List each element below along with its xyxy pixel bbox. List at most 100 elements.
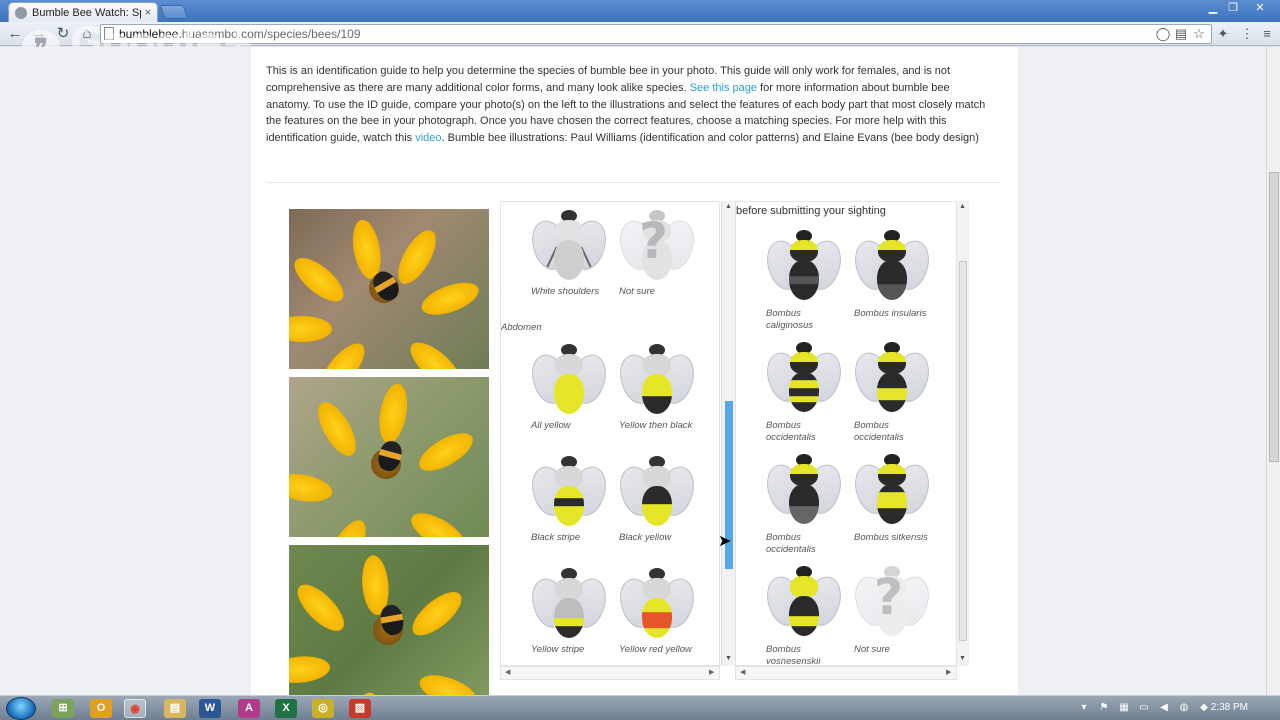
scroll-right-icon[interactable]: ▶	[946, 668, 951, 676]
species-label: Bombus sitkensis	[854, 532, 928, 543]
divider	[266, 182, 1001, 183]
feature-label: Yellow stripe	[531, 644, 585, 655]
taskbar-access-icon[interactable]: A	[238, 699, 260, 718]
bee-illustration	[761, 564, 847, 640]
taskbar-app-icon[interactable]: ◎	[312, 699, 334, 718]
tray-volume-icon[interactable]: ◀	[1158, 702, 1170, 714]
feature-label: White shoulders	[531, 286, 600, 297]
page-viewport: This is an identification guide to help …	[0, 47, 1266, 695]
bookmark-star-icon[interactable]: ☆	[1191, 26, 1207, 42]
bee-illustration	[761, 340, 847, 416]
feature-option[interactable]: Black yellow	[614, 454, 700, 544]
species-label: Not sure	[854, 644, 890, 655]
species-option[interactable]: Bombus vosnesenskii	[761, 564, 847, 666]
species-panel-hscrollbar[interactable]: ◀ ▶	[735, 666, 957, 680]
feature-option[interactable]: All yellow	[526, 342, 612, 432]
taskbar-chrome-icon[interactable]: ◉	[124, 699, 146, 718]
species-option[interactable]: Bombus occidentalis	[849, 340, 935, 444]
browser-tab[interactable]: Bumble Bee Watch: Specie ×	[8, 2, 158, 22]
scroll-left-icon[interactable]: ◀	[505, 668, 510, 676]
tray-shield-icon[interactable]: ▾	[1078, 702, 1090, 714]
user-photo-1[interactable]	[289, 209, 489, 369]
species-results-panel[interactable]: before submitting your sighting Bombus c…	[735, 201, 957, 666]
tray-flag-icon[interactable]: ⚑	[1098, 702, 1110, 714]
species-label: Bombus occidentalis	[766, 420, 816, 443]
close-window-icon[interactable]: ✕	[1250, 1, 1270, 15]
browser-title-bar: Bumble Bee Watch: Specie × ▁ ❐ ✕	[0, 0, 1280, 22]
extension-puzzle-icon[interactable]: ✦	[1215, 26, 1231, 42]
species-option[interactable]: Bombus insularis	[849, 228, 935, 320]
feature-option[interactable]: Yellow red yellow	[614, 566, 700, 656]
species-option[interactable]: ? Not sure	[849, 564, 935, 656]
tray-globe-icon[interactable]: ◍	[1178, 702, 1190, 714]
feature-panel-hscrollbar[interactable]: ◀ ▶	[500, 666, 720, 680]
site-favicon-icon	[15, 6, 27, 19]
tab-title: Bumble Bee Watch: Specie	[32, 6, 141, 19]
taskbar-excel-icon[interactable]: X	[275, 699, 297, 718]
bee-illustration	[614, 454, 700, 530]
tray-drive-icon[interactable]: ◆	[1198, 702, 1210, 714]
species-label: Bombus vosnesenskii	[766, 644, 821, 666]
species-option[interactable]: Bombus occidentalis	[761, 452, 847, 556]
bee-illustration	[761, 228, 847, 304]
close-tab-icon[interactable]: ×	[145, 7, 151, 19]
taskbar-word-icon[interactable]: W	[199, 699, 221, 718]
taskbar-folder-icon[interactable]: ▤	[164, 699, 186, 718]
feature-label: Not sure	[619, 286, 655, 297]
tray-display-icon[interactable]: ▭	[1138, 702, 1150, 714]
feature-panel-scrollbar[interactable]: ▲ ▼	[721, 201, 735, 666]
intro-paragraph: This is an identification guide to help …	[266, 63, 996, 147]
url-path: /species/bees/109	[263, 27, 361, 41]
abdomen-section-title: Abdomen	[501, 322, 542, 333]
feature-option[interactable]: Yellow then black	[614, 342, 700, 432]
species-note: before submitting your sighting	[736, 205, 886, 217]
feature-selector-panel[interactable]: White shoulders ? Not sure Abdomen All y…	[500, 201, 720, 666]
species-label: Bombus caliginosus	[766, 308, 813, 331]
scrollbar-thumb[interactable]	[959, 261, 967, 641]
menu-icon[interactable]: ≡	[1259, 26, 1275, 42]
taskbar-pdf-icon[interactable]: ▨	[349, 699, 371, 718]
bee-illustration	[614, 342, 700, 418]
start-button[interactable]	[6, 697, 36, 720]
scroll-up-icon[interactable]: ▲	[959, 203, 966, 210]
scroll-down-icon[interactable]: ▼	[725, 655, 732, 662]
extension-page-icon[interactable]: ▤	[1173, 26, 1189, 42]
scroll-down-icon[interactable]: ▼	[959, 655, 966, 662]
bee-illustration	[526, 454, 612, 530]
new-tab-button[interactable]	[159, 5, 189, 19]
back-icon[interactable]: ←	[6, 25, 24, 43]
scroll-left-icon[interactable]: ◀	[740, 668, 745, 676]
feature-label: Yellow red yellow	[619, 644, 692, 655]
address-bar[interactable]: bumblebee. huasambo.com/species/bees/109	[100, 24, 1212, 44]
maximize-icon[interactable]: ❐	[1223, 1, 1243, 15]
feature-option[interactable]: Black stripe	[526, 454, 612, 544]
species-panel-scrollbar[interactable]: ▲ ▼	[957, 201, 969, 666]
bee-illustration: ?	[849, 564, 935, 640]
user-photo-2[interactable]	[289, 377, 489, 537]
video-link[interactable]: video	[415, 132, 441, 144]
taskbar-clock[interactable]: 2:38 PM	[1211, 702, 1248, 713]
feature-option[interactable]: White shoulders	[526, 208, 612, 298]
see-this-page-link[interactable]: See this page	[690, 82, 757, 94]
species-option[interactable]: Bombus sitkensis	[849, 452, 935, 544]
feature-option[interactable]: Yellow stripe	[526, 566, 612, 656]
user-photo-3[interactable]	[289, 545, 489, 695]
mouse-cursor-icon: ➤	[718, 533, 732, 550]
scroll-up-icon[interactable]: ▲	[725, 203, 732, 210]
species-label: Bombus occidentalis	[854, 420, 904, 443]
taskbar-app-icon[interactable]: O	[90, 699, 112, 718]
bee-illustration	[526, 208, 612, 284]
taskbar-app-icon[interactable]: ⊞	[52, 699, 74, 718]
bee-illustration	[849, 340, 935, 416]
extension-circle-icon[interactable]: ◯	[1155, 26, 1171, 42]
species-option[interactable]: Bombus caliginosus	[761, 228, 847, 332]
page-scrollbar-thumb[interactable]	[1269, 172, 1279, 462]
scroll-right-icon[interactable]: ▶	[709, 668, 714, 676]
tray-network-icon[interactable]: ▦	[1118, 702, 1130, 714]
bee-illustration	[849, 452, 935, 528]
extension-dots-icon[interactable]: ⋮	[1239, 26, 1255, 42]
minimize-icon[interactable]: ▁	[1203, 1, 1223, 15]
feature-option[interactable]: ? Not sure	[614, 208, 700, 298]
page-scrollbar[interactable]	[1266, 47, 1280, 695]
species-option[interactable]: Bombus occidentalis	[761, 340, 847, 444]
